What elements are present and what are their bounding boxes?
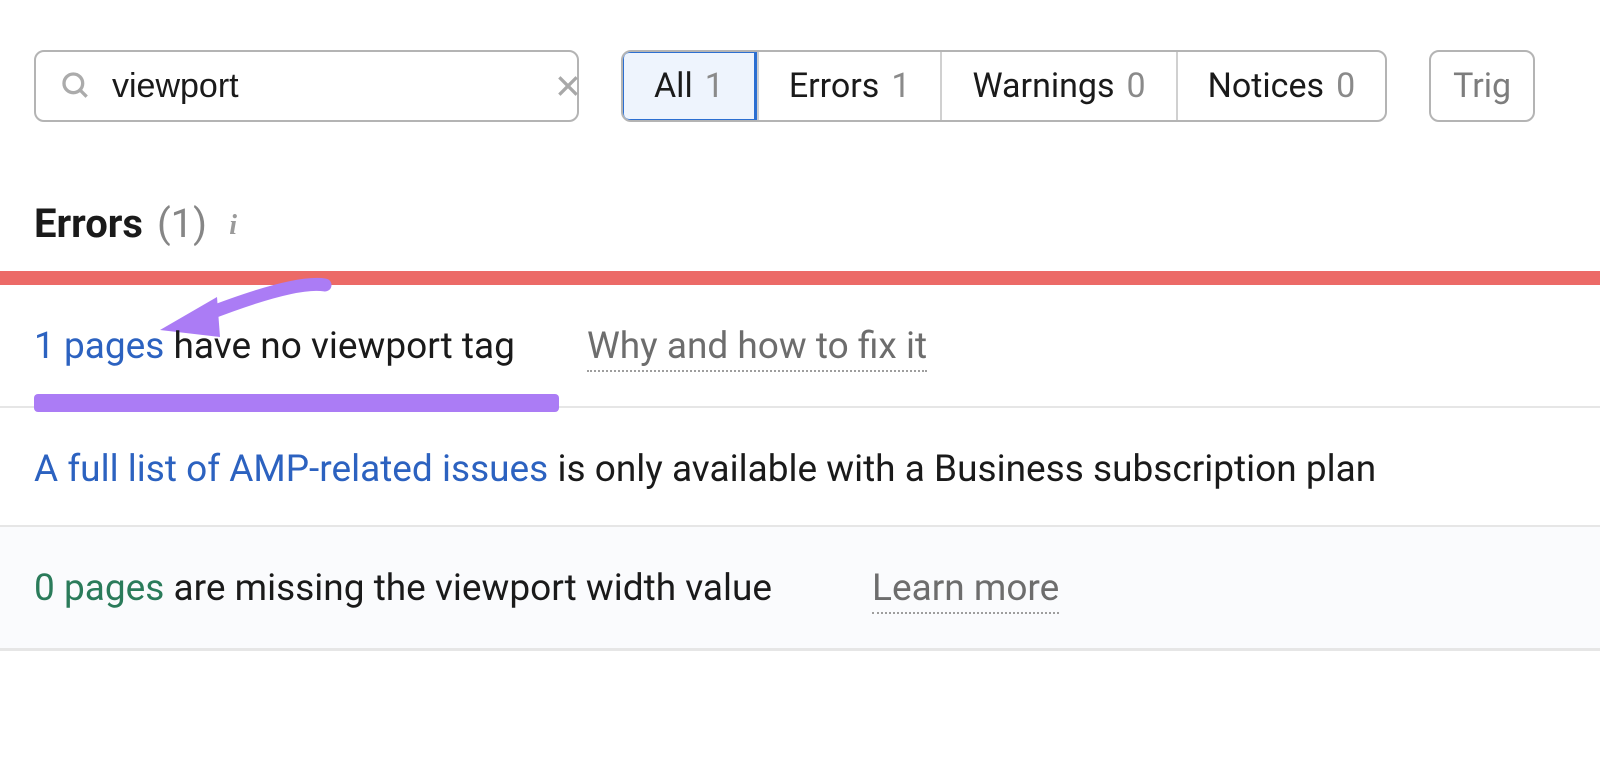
issue-pages-link[interactable]: 1 pages xyxy=(34,325,164,368)
issue-text: A full list of AMP-related issues is onl… xyxy=(34,448,1376,491)
section-count: (1) xyxy=(157,200,207,247)
issue-text: 0 pages are missing the viewport width v… xyxy=(34,567,772,610)
error-severity-bar xyxy=(0,271,1600,285)
issue-row-amp: A full list of AMP-related issues is onl… xyxy=(0,408,1600,527)
filter-count: 0 xyxy=(1127,66,1146,106)
issue-pages-link[interactable]: 0 pages xyxy=(34,567,164,610)
amp-issues-link[interactable]: A full list of AMP-related issues xyxy=(34,448,548,491)
why-how-fix-link[interactable]: Why and how to fix it xyxy=(587,325,927,372)
issue-row-viewport-tag: 1 pages have no viewport tag Why and how… xyxy=(0,285,1600,408)
filter-tab-notices[interactable]: Notices 0 xyxy=(1176,52,1386,120)
search-input[interactable] xyxy=(112,67,555,106)
filter-label: Warnings xyxy=(972,66,1114,106)
issue-text: 1 pages have no viewport tag xyxy=(34,325,515,368)
filter-label: Errors xyxy=(789,66,880,106)
search-field[interactable] xyxy=(34,50,579,122)
filter-tabs: All 1 Errors 1 Warnings 0 Notices 0 xyxy=(621,50,1387,122)
filter-count: 0 xyxy=(1336,66,1355,106)
section-title: Errors xyxy=(34,200,143,247)
filter-count: 1 xyxy=(705,66,724,106)
info-icon[interactable]: i xyxy=(221,214,245,238)
clear-search-button[interactable] xyxy=(555,66,581,106)
trigger-button[interactable]: Trig xyxy=(1429,50,1535,122)
close-icon xyxy=(555,73,581,99)
issue-row-viewport-width: 0 pages are missing the viewport width v… xyxy=(0,527,1600,651)
filter-label: All xyxy=(654,66,693,106)
issue-description: have no viewport tag xyxy=(164,325,515,368)
filter-tab-all[interactable]: All 1 xyxy=(621,50,757,122)
errors-section-header: Errors (1) i xyxy=(0,122,1600,271)
search-icon xyxy=(60,70,92,102)
learn-more-link[interactable]: Learn more xyxy=(872,567,1059,614)
filter-tab-warnings[interactable]: Warnings 0 xyxy=(940,52,1175,120)
filter-count: 1 xyxy=(891,66,910,106)
issue-description: is only available with a Business subscr… xyxy=(548,448,1376,491)
issue-description: are missing the viewport width value xyxy=(164,567,772,610)
filter-label: Notices xyxy=(1208,66,1324,106)
top-bar: All 1 Errors 1 Warnings 0 Notices 0 Trig xyxy=(0,0,1600,122)
filter-tab-errors[interactable]: Errors 1 xyxy=(757,52,941,120)
